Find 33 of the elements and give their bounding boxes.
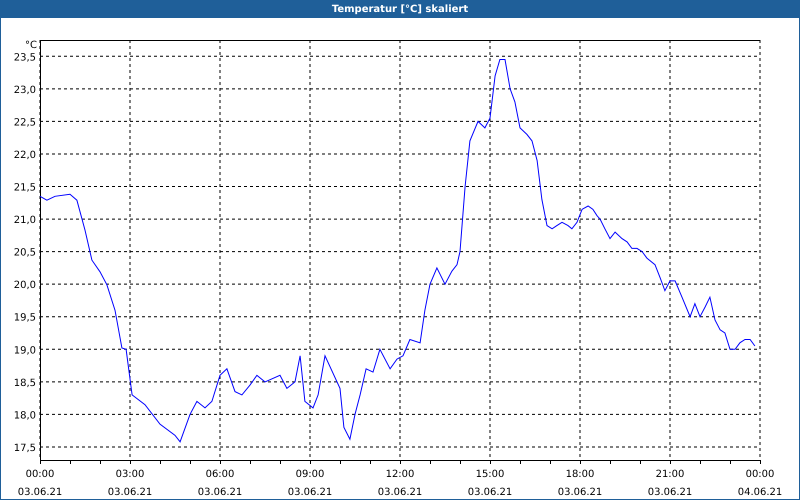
- y-tick-label: 20,5: [14, 248, 36, 259]
- y-axis-unit: °C: [25, 40, 37, 51]
- x-tick-date: 03.06.21: [468, 487, 512, 498]
- window-title: Temperatur [°C] skaliert: [332, 4, 468, 14]
- y-tick-label: 23,0: [14, 84, 36, 96]
- x-tick-label: 00:00: [746, 469, 774, 480]
- x-tick-label: 03:00: [116, 469, 144, 480]
- x-tick-label: 12:00: [386, 469, 414, 480]
- x-tick-label: 15:00: [476, 469, 504, 480]
- y-tick-label: 22,5: [14, 117, 36, 128]
- x-tick-label: 06:00: [206, 469, 234, 480]
- x-tick-date: 04.06.21: [738, 487, 782, 498]
- x-tick-date: 03.06.21: [198, 487, 242, 498]
- x-tick-date: 03.06.21: [18, 487, 62, 498]
- y-tick-label: 18,0: [14, 410, 36, 422]
- x-tick-date: 03.06.21: [558, 487, 602, 498]
- y-tick-label: 17,5: [14, 442, 36, 454]
- y-tick-label: 21,0: [14, 215, 36, 226]
- x-tick-label: 09:00: [296, 469, 324, 480]
- y-tick-label: 23,5: [14, 52, 36, 64]
- x-tick-date: 03.06.21: [288, 487, 332, 498]
- x-tick-date: 03.06.21: [108, 487, 152, 498]
- x-tick-date: 03.06.21: [378, 487, 422, 498]
- y-tick-label: 20,0: [14, 280, 36, 292]
- y-tick-label: 19,5: [14, 312, 36, 324]
- y-tick-label: 22,0: [14, 150, 36, 161]
- x-tick-label: 18:00: [566, 469, 594, 480]
- y-tick-label: 19,0: [14, 345, 36, 356]
- x-tick-label: 00:00: [26, 469, 54, 480]
- x-tick-date: 03.06.21: [648, 487, 692, 498]
- x-tick-label: 21:00: [656, 469, 684, 480]
- y-tick-label: 21,5: [14, 182, 36, 194]
- y-tick-label: 18,5: [14, 378, 36, 389]
